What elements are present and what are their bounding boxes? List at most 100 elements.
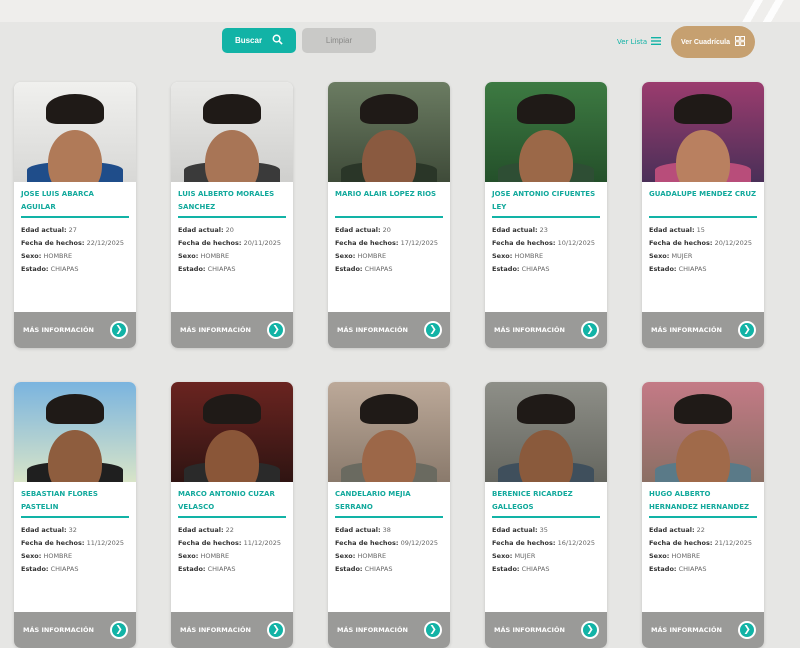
name-divider (492, 216, 600, 218)
person-card[interactable]: JOSE ANTONIO CIFUENTES LEY Edad actual: … (485, 82, 607, 348)
date-field: Fecha de hechos: 09/12/2025 (335, 537, 443, 550)
person-name: CANDELARIO MEJIA SERRANO (335, 490, 411, 511)
more-info-label: MÁS INFORMACIÓN (23, 626, 94, 634)
age-label: Edad actual: (492, 226, 538, 234)
sex-value: HOMBRE (43, 252, 73, 260)
age-label: Edad actual: (21, 526, 67, 534)
age-value: 15 (696, 226, 705, 234)
date-field: Fecha de hechos: 17/12/2025 (335, 237, 443, 250)
more-info-button[interactable]: MÁS INFORMACIÓN ❯ (642, 312, 764, 348)
person-photo (642, 382, 764, 482)
photo-hair (674, 94, 732, 124)
state-value: CHIAPAS (50, 265, 79, 273)
view-list-label: Ver Lista (617, 38, 648, 46)
person-card[interactable]: HUGO ALBERTO HERNANDEZ HERNANDEZ Edad ac… (642, 382, 764, 648)
age-label: Edad actual: (335, 526, 381, 534)
more-info-button[interactable]: MÁS INFORMACIÓN ❯ (485, 612, 607, 648)
arrow-right-icon: ❯ (424, 321, 442, 339)
person-name: MARCO ANTONIO CUZAR VELASCO (178, 490, 275, 511)
person-name: JOSE LUIS ABARCA AGUILAR (21, 190, 94, 211)
name-divider (649, 516, 757, 518)
arrow-right-icon: ❯ (267, 621, 285, 639)
name-divider (21, 216, 129, 218)
sex-label: Sexo: (178, 252, 199, 260)
state-value: CHIAPAS (50, 565, 79, 573)
date-value: 10/12/2025 (557, 239, 596, 247)
date-label: Fecha de hechos: (178, 539, 242, 547)
more-info-button[interactable]: MÁS INFORMACIÓN ❯ (485, 312, 607, 348)
date-value: 22/12/2025 (86, 239, 125, 247)
more-info-button[interactable]: MÁS INFORMACIÓN ❯ (171, 612, 293, 648)
clear-button[interactable]: Limpiar (302, 28, 376, 53)
state-field: Estado: CHIAPAS (335, 263, 443, 276)
person-info: JOSE LUIS ABARCA AGUILAR Edad actual: 27… (14, 182, 136, 276)
arrow-right-icon: ❯ (110, 321, 128, 339)
sex-label: Sexo: (492, 552, 513, 560)
person-info: CANDELARIO MEJIA SERRANO Edad actual: 38… (328, 482, 450, 576)
date-value: 20/12/2025 (714, 239, 753, 247)
age-label: Edad actual: (335, 226, 381, 234)
grid-icon (735, 36, 746, 48)
person-card[interactable]: MARCO ANTONIO CUZAR VELASCO Edad actual:… (171, 382, 293, 648)
state-value: CHIAPAS (364, 265, 393, 273)
date-label: Fecha de hechos: (335, 239, 399, 247)
state-value: CHIAPAS (207, 265, 236, 273)
more-info-button[interactable]: MÁS INFORMACIÓN ❯ (14, 312, 136, 348)
more-info-button[interactable]: MÁS INFORMACIÓN ❯ (328, 612, 450, 648)
sex-value: MUJER (514, 552, 536, 560)
person-card[interactable]: LUIS ALBERTO MORALES SANCHEZ Edad actual… (171, 82, 293, 348)
sex-field: Sexo: HOMBRE (178, 250, 286, 263)
clear-button-label: Limpiar (325, 36, 353, 45)
age-field: Edad actual: 32 (21, 524, 129, 537)
person-card[interactable]: GUADALUPE MENDEZ CRUZ Edad actual: 15 Fe… (642, 82, 764, 348)
more-info-button[interactable]: MÁS INFORMACIÓN ❯ (642, 612, 764, 648)
sex-label: Sexo: (178, 552, 199, 560)
age-label: Edad actual: (649, 526, 695, 534)
grid-view-button[interactable]: Ver Cuadrícula (671, 26, 755, 58)
person-card[interactable]: MARIO ALAIR LOPEZ RIOS Edad actual: 20 F… (328, 82, 450, 348)
person-card[interactable]: SEBASTIAN FLORES PASTELIN Edad actual: 3… (14, 382, 136, 648)
person-info: MARCO ANTONIO CUZAR VELASCO Edad actual:… (171, 482, 293, 576)
age-label: Edad actual: (492, 526, 538, 534)
photo-hair (46, 94, 104, 124)
state-value: CHIAPAS (521, 265, 550, 273)
date-value: 16/12/2025 (557, 539, 596, 547)
state-label: Estado: (649, 265, 677, 273)
state-label: Estado: (21, 565, 49, 573)
person-name: BERENICE RICARDEZ GALLEGOS (492, 490, 573, 511)
state-field: Estado: CHIAPAS (492, 263, 600, 276)
age-field: Edad actual: 35 (492, 524, 600, 537)
state-field: Estado: CHIAPAS (492, 563, 600, 576)
photo-face (48, 430, 102, 482)
date-value: 21/12/2025 (714, 539, 753, 547)
sex-label: Sexo: (21, 252, 42, 260)
more-info-button[interactable]: MÁS INFORMACIÓN ❯ (171, 312, 293, 348)
state-field: Estado: CHIAPAS (21, 263, 129, 276)
photo-face (676, 430, 730, 482)
more-info-button[interactable]: MÁS INFORMACIÓN ❯ (14, 612, 136, 648)
search-button[interactable]: Buscar (222, 28, 296, 53)
person-card[interactable]: CANDELARIO MEJIA SERRANO Edad actual: 38… (328, 382, 450, 648)
date-label: Fecha de hechos: (492, 539, 556, 547)
person-card[interactable]: JOSE LUIS ABARCA AGUILAR Edad actual: 27… (14, 82, 136, 348)
view-list-link[interactable]: Ver Lista (617, 37, 662, 47)
date-field: Fecha de hechos: 22/12/2025 (21, 237, 129, 250)
state-field: Estado: CHIAPAS (178, 563, 286, 576)
name-divider (21, 516, 129, 518)
age-value: 22 (225, 526, 234, 534)
top-strip (0, 0, 800, 22)
state-value: CHIAPAS (521, 565, 550, 573)
person-photo (171, 82, 293, 182)
person-card[interactable]: BERENICE RICARDEZ GALLEGOS Edad actual: … (485, 382, 607, 648)
person-info: SEBASTIAN FLORES PASTELIN Edad actual: 3… (14, 482, 136, 576)
more-info-button[interactable]: MÁS INFORMACIÓN ❯ (328, 312, 450, 348)
age-value: 27 (68, 226, 77, 234)
sex-field: Sexo: MUJER (492, 550, 600, 563)
state-label: Estado: (178, 265, 206, 273)
photo-hair (203, 94, 261, 124)
date-label: Fecha de hechos: (649, 539, 713, 547)
date-field: Fecha de hechos: 20/12/2025 (649, 237, 757, 250)
name-divider (178, 216, 286, 218)
date-label: Fecha de hechos: (492, 239, 556, 247)
more-info-label: MÁS INFORMACIÓN (23, 326, 94, 334)
